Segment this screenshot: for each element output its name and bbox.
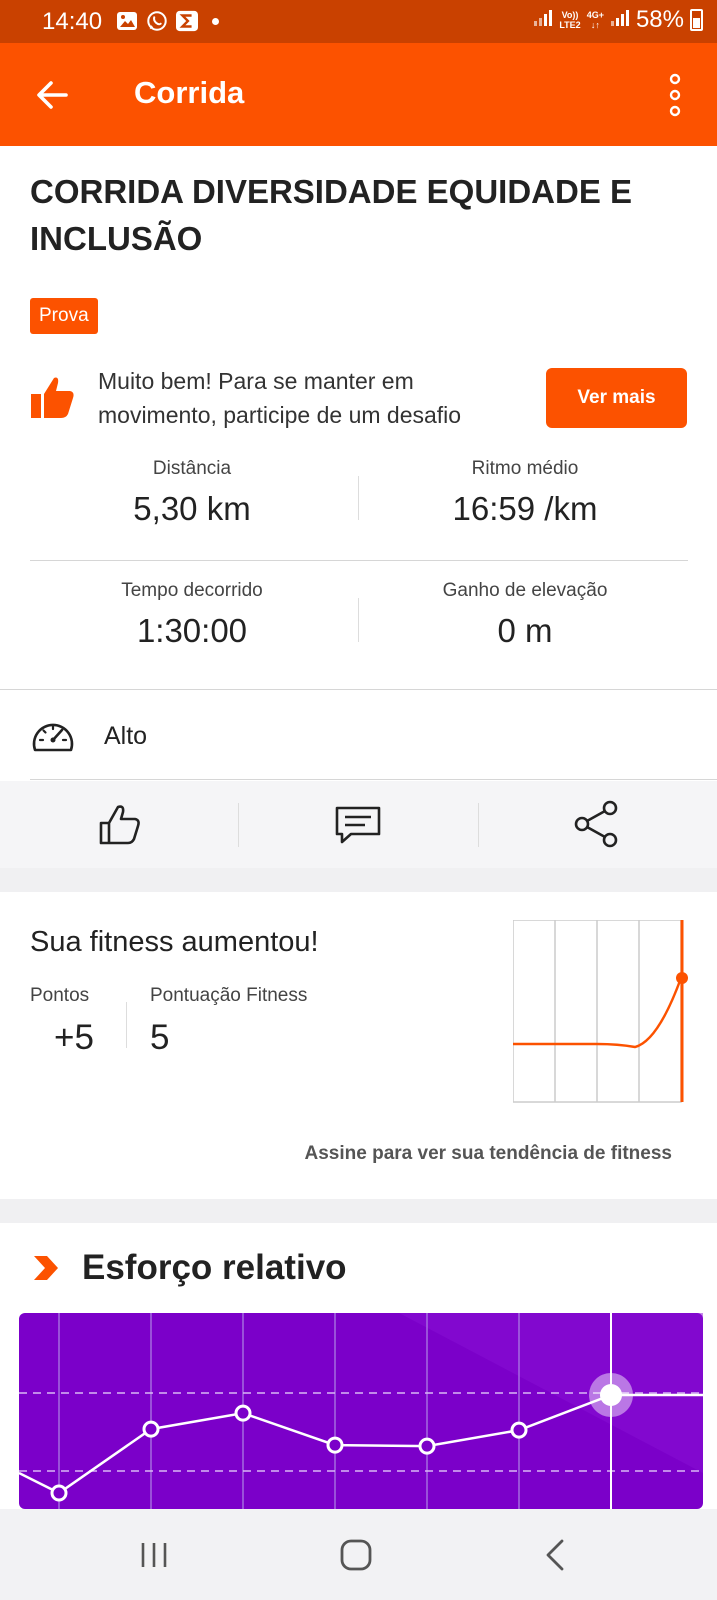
stat-elapsed-time: Tempo decorrido 1:30:00 [27,580,357,650]
system-nav-bar [0,1509,717,1600]
page-title: Corrida [134,75,245,110]
fitness-score-value: 5 [150,1018,170,1057]
stat-pace: Ritmo médio 16:59 /km [360,458,690,528]
gallery-icon [116,10,138,32]
stat-value: 0 m [497,612,553,649]
fitness-score-label: Pontuação Fitness [150,985,308,1006]
battery-percent: 58% [635,6,684,33]
effort-point [234,1404,252,1422]
back-icon[interactable] [536,1535,576,1575]
like-icon[interactable] [96,799,146,849]
points-label: Pontos [30,985,90,1006]
overflow-menu-icon[interactable] [663,71,687,119]
current-point [676,972,688,984]
action-bar [0,781,717,868]
whatsapp-icon [146,10,168,32]
stat-label: Distância [152,458,232,479]
speedometer-icon [30,716,76,756]
stat-label: Tempo decorrido [121,580,263,601]
current-point [600,1384,622,1406]
lte-label: LTE2 [559,20,581,30]
chevron-badge-icon [32,1254,60,1282]
fitness-trend-chart [513,920,688,1103]
data-arrows-icon: ↓↑ [590,20,600,30]
fitness-title: Sua fitness aumentou! [30,926,319,958]
recent-apps-icon[interactable] [134,1535,174,1575]
more-notifications-dot [212,17,219,25]
action-divider [478,803,479,847]
share-icon[interactable] [572,799,622,849]
signal-icon [533,6,553,34]
sigma-app-icon [176,10,198,32]
effort-point [50,1484,68,1502]
stat-label: Ganho de elevação [442,580,608,601]
points-value: +5 [54,1018,94,1057]
relative-effort-chart[interactable] [19,1313,703,1509]
battery-icon [690,9,703,31]
relative-effort-title: Esforço relativo [82,1248,347,1287]
promo-text: Muito bem! Para se manter em movimento, … [98,368,462,428]
volte-label: Vo)) [561,10,579,20]
network-gen-label: 4G+ [586,10,604,20]
comment-icon[interactable] [333,799,383,849]
see-more-button[interactable]: Ver mais [546,368,687,428]
section-gap [0,868,717,892]
stat-distance: Distância 5,30 km [27,458,357,528]
app-bar: Corrida [0,43,717,146]
stat-value: 16:59 /km [452,490,598,527]
divider [30,779,717,780]
network-gen-indicator: 4G+ ↓↑ [587,10,604,30]
home-icon[interactable] [336,1535,376,1575]
stat-divider [358,598,359,642]
effort-point [418,1437,436,1455]
back-arrow-icon[interactable] [30,73,74,117]
fitness-divider [126,1002,127,1048]
section-gap [0,1199,717,1223]
notification-icons [116,10,219,32]
effort-point [326,1436,344,1454]
stat-divider [358,476,359,520]
signal-icon-2 [610,6,630,34]
stat-label: Ritmo médio [471,458,579,479]
divider [30,560,688,561]
status-bar: 14:40 Vo)) LTE2 4G+ ↓↑ 58% [0,0,717,43]
thumbs-up-icon [28,372,78,422]
volte-indicator: Vo)) LTE2 [559,10,580,30]
race-tag: Prova [30,298,98,334]
effort-point [510,1421,528,1439]
divider [0,689,717,690]
system-status: Vo)) LTE2 4G+ ↓↑ 58% [533,6,703,34]
activity-title: CORRIDA DIVERSIDADE EQUIDADE E INCLUSÃO [30,173,633,257]
effort-point [142,1420,160,1438]
subscribe-fitness-link[interactable]: Assine para ver sua tendência de fitness [305,1143,673,1165]
status-time: 14:40 [42,8,103,35]
stat-value: 5,30 km [133,490,251,527]
stat-value: 1:30:00 [136,612,248,649]
effort-level-label: Alto [104,722,148,750]
action-divider [238,803,239,847]
stat-elevation: Ganho de elevação 0 m [360,580,690,650]
